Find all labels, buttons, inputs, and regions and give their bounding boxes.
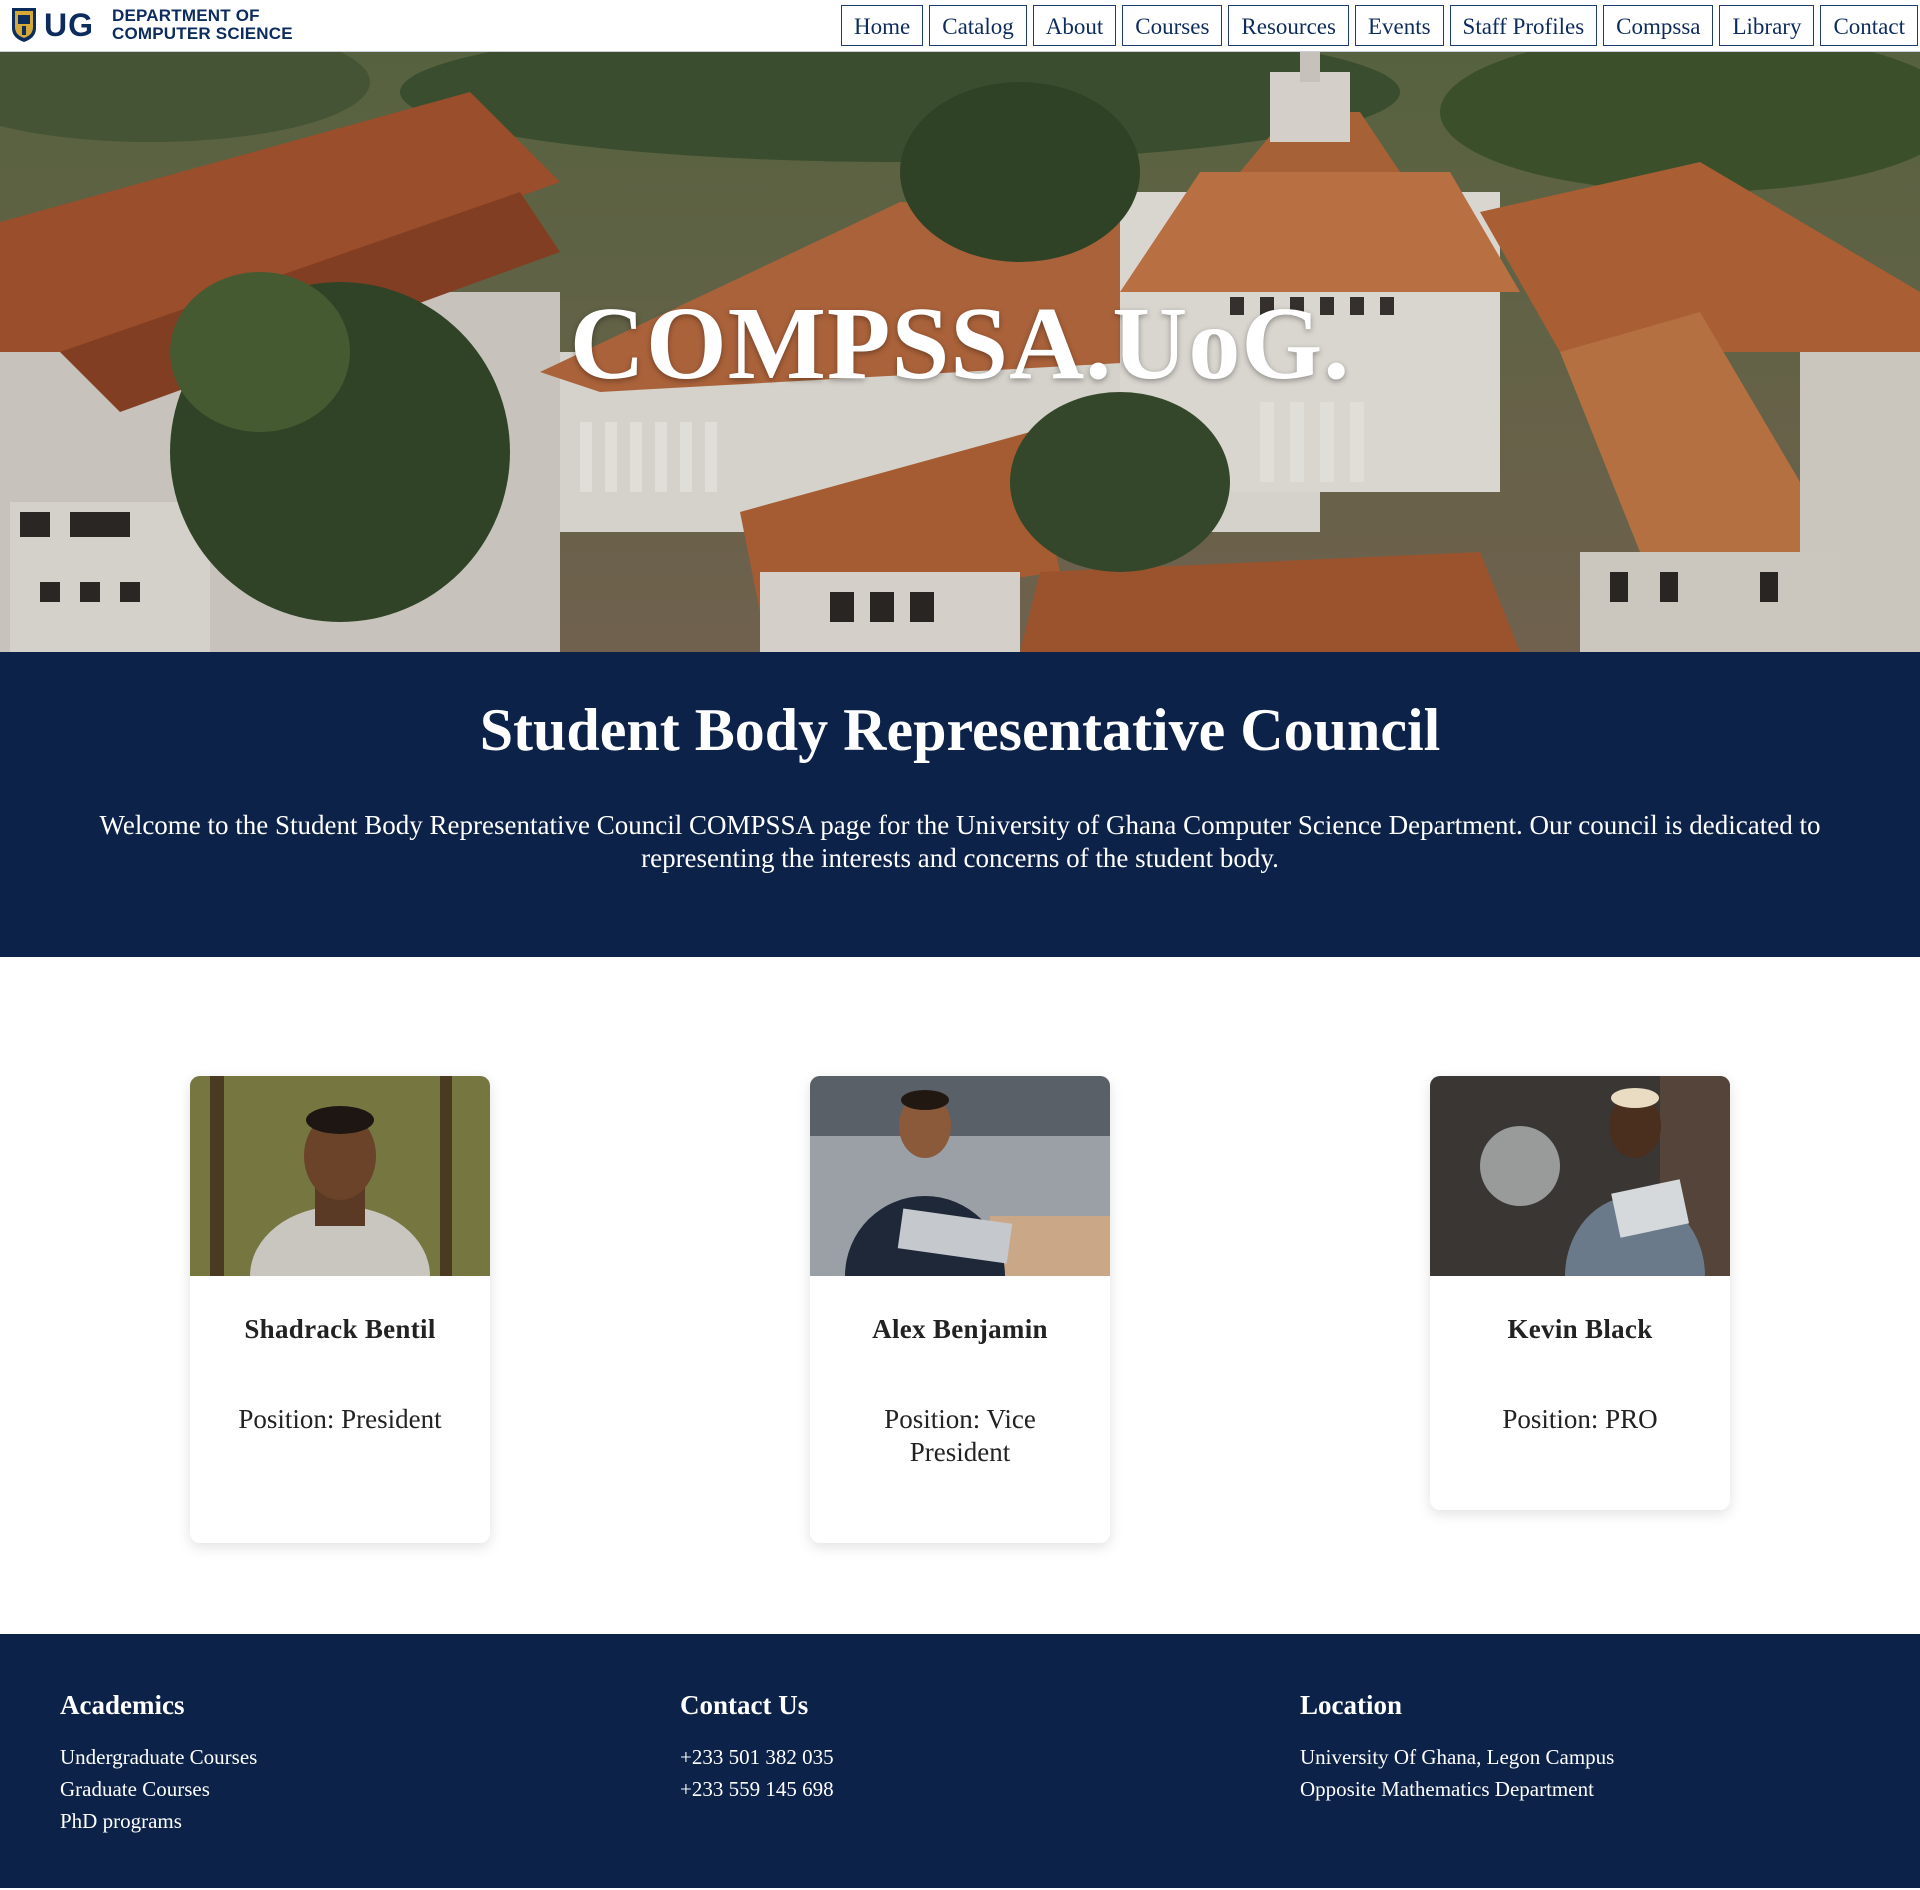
- footer-contact-heading: Contact Us: [680, 1690, 809, 1720]
- footer-academics: Academics Undergraduate Courses Graduate…: [60, 1690, 257, 1837]
- nav-events[interactable]: Events: [1354, 5, 1444, 46]
- site-footer: Academics Undergraduate Courses Graduate…: [0, 1634, 1920, 1888]
- council-section: Student Body Representative Council Welc…: [0, 652, 1920, 957]
- member-card: Shadrack Bentil Position: President: [190, 1076, 490, 1543]
- main-nav: Home Catalog About Courses Resources Eve…: [841, 5, 1918, 46]
- nav-catalog[interactable]: Catalog: [929, 5, 1027, 46]
- logo-text: UG: [44, 6, 94, 43]
- nav-about[interactable]: About: [1032, 5, 1117, 46]
- member-name: Alex Benjamin: [872, 1314, 1048, 1344]
- footer-phone: +233 559 145 698: [680, 1777, 834, 1801]
- nav-staff-profiles[interactable]: Staff Profiles: [1449, 5, 1598, 46]
- member-name: Shadrack Bentil: [244, 1314, 436, 1344]
- nav-contact[interactable]: Contact: [1820, 5, 1918, 46]
- nav-home[interactable]: Home: [841, 5, 924, 46]
- footer-link[interactable]: Undergraduate Courses: [60, 1741, 257, 1773]
- member-position: Position: PRO: [1502, 1404, 1658, 1434]
- nav-resources[interactable]: Resources: [1228, 5, 1349, 46]
- footer-address: University Of Ghana, Legon Campus: [1300, 1745, 1615, 1769]
- footer-link[interactable]: Graduate Courses: [60, 1773, 257, 1805]
- footer-contact: Contact Us +233 501 382 035 +233 559 145…: [680, 1690, 834, 1805]
- footer-address: Opposite Mathematics Department: [1300, 1777, 1594, 1801]
- footer-academics-heading: Academics: [60, 1690, 185, 1720]
- member-position: Position: President: [238, 1404, 442, 1434]
- footer-location: Location University Of Ghana, Legon Camp…: [1300, 1690, 1614, 1805]
- member-name: Kevin Black: [1507, 1314, 1653, 1344]
- nav-courses[interactable]: Courses: [1122, 5, 1223, 46]
- member-photo: [1430, 1076, 1730, 1276]
- member-card: Kevin Black Position: PRO: [1430, 1076, 1730, 1510]
- council-heading: Student Body Representative Council: [479, 697, 1441, 763]
- crest-icon: [12, 8, 36, 42]
- member-cards: Shadrack Bentil Position: President Alex…: [0, 1076, 1920, 1546]
- member-card: Alex Benjamin Position: Vice President: [810, 1076, 1110, 1543]
- member-photo: [190, 1076, 490, 1276]
- member-photo: [810, 1076, 1110, 1276]
- nav-library[interactable]: Library: [1719, 5, 1815, 46]
- hero-banner: COMPSSA.UoG.: [0, 52, 1920, 652]
- footer-link[interactable]: PhD programs: [60, 1805, 257, 1837]
- footer-phone: +233 501 382 035: [680, 1745, 834, 1769]
- department-name: DEPARTMENT OF COMPUTER SCIENCE: [112, 6, 293, 43]
- site-header: UG DEPARTMENT OF COMPUTER SCIENCE Home C…: [0, 0, 1920, 52]
- hero-title: COMPSSA.UoG.: [569, 286, 1351, 401]
- ug-logo[interactable]: UG DEPARTMENT OF COMPUTER SCIENCE: [10, 2, 293, 48]
- nav-compssa[interactable]: Compssa: [1603, 5, 1714, 46]
- footer-location-heading: Location: [1300, 1690, 1403, 1720]
- member-position: Position: Vice President: [884, 1404, 1036, 1467]
- council-intro: Welcome to the Student Body Representati…: [99, 810, 1821, 873]
